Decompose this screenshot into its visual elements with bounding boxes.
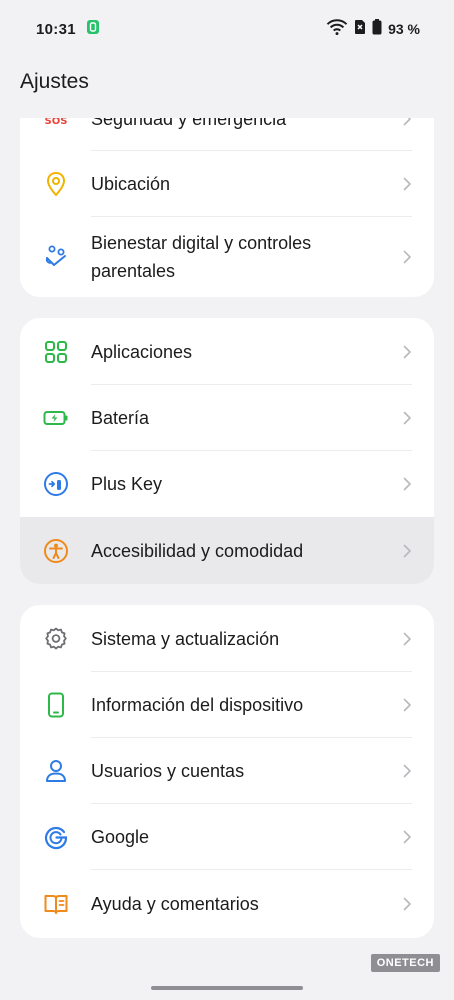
settings-item-label: Google — [91, 827, 150, 847]
phone-device-icon — [42, 691, 70, 719]
svg-text:SOS: SOS — [45, 118, 68, 127]
chevron-right-icon — [400, 632, 414, 646]
settings-item-google[interactable]: Google — [20, 804, 434, 870]
no-sim-icon — [354, 19, 366, 40]
help-book-icon — [42, 890, 70, 918]
settings-item-label: Bienestar digital y controles parentales — [91, 233, 312, 281]
battery-charging-icon — [42, 404, 70, 432]
settings-item-accesibilidad[interactable]: Accesibilidad y comodidad — [20, 517, 434, 584]
settings-item-sistema[interactable]: Sistema y actualización — [20, 605, 434, 672]
watermark: ONETECH — [370, 954, 440, 972]
chevron-right-icon — [400, 544, 414, 558]
settings-item-label: Sistema y actualización — [91, 628, 280, 649]
home-indicator[interactable] — [151, 986, 303, 990]
location-pin-icon — [42, 170, 70, 198]
settings-group-3: Sistema y actualización Información del … — [20, 605, 434, 938]
google-icon — [42, 823, 70, 851]
battery-icon — [372, 18, 382, 40]
wellbeing-icon — [42, 243, 70, 271]
accessibility-icon — [42, 537, 70, 565]
status-bar: 10:31 93 % — [0, 0, 454, 58]
settings-item-pluskey[interactable]: Plus Key — [20, 451, 434, 517]
status-time: 10:31 — [36, 20, 76, 38]
chevron-right-icon — [400, 345, 414, 359]
sos-icon: SOS — [42, 118, 70, 133]
chevron-right-icon — [400, 177, 414, 191]
plus-key-icon — [42, 470, 70, 498]
settings-group-1: SOS Seguridad y emergencia Ubicación Bie… — [20, 118, 434, 297]
settings-group-2: Aplicaciones Batería Plus Key Accesibili… — [20, 318, 434, 584]
settings-item-aplicaciones[interactable]: Aplicaciones — [20, 318, 434, 385]
user-icon — [42, 757, 70, 785]
settings-item-label: Seguridad y emergencia — [91, 118, 287, 129]
settings-item-label: Ubicación — [91, 174, 171, 194]
chevron-right-icon — [400, 250, 414, 264]
page-title: Ajustes — [20, 70, 89, 93]
settings-item-label: Accesibilidad y comodidad — [91, 540, 304, 561]
settings-item-seguridad[interactable]: SOS Seguridad y emergencia — [20, 118, 434, 151]
settings-screen: 10:31 93 % Ajustes SOS Seguridad y emerg… — [0, 0, 454, 1000]
chevron-right-icon — [400, 477, 414, 491]
settings-item-ubicacion[interactable]: Ubicación — [20, 151, 434, 217]
settings-item-label: Ayuda y comentarios — [91, 894, 259, 914]
wifi-icon — [326, 18, 348, 40]
notification-app-icon — [86, 19, 100, 40]
chevron-right-icon — [400, 118, 414, 126]
chevron-right-icon — [400, 830, 414, 844]
settings-item-info[interactable]: Información del dispositivo — [20, 672, 434, 738]
chevron-right-icon — [400, 897, 414, 911]
gear-icon — [42, 625, 70, 653]
settings-item-label: Usuarios y cuentas — [91, 761, 245, 781]
chevron-right-icon — [400, 411, 414, 425]
settings-list[interactable]: SOS Seguridad y emergencia Ubicación Bie… — [0, 118, 454, 1000]
settings-item-bateria[interactable]: Batería — [20, 385, 434, 451]
settings-item-label: Aplicaciones — [91, 341, 193, 362]
settings-item-label: Información del dispositivo — [91, 695, 304, 715]
chevron-right-icon — [400, 698, 414, 712]
settings-item-usuarios[interactable]: Usuarios y cuentas — [20, 738, 434, 804]
settings-item-bienestar[interactable]: Bienestar digital y controles parentales — [20, 217, 434, 297]
settings-item-ayuda[interactable]: Ayuda y comentarios — [20, 870, 434, 938]
apps-grid-icon — [42, 338, 70, 366]
battery-percentage: 93 % — [388, 21, 420, 37]
chevron-right-icon — [400, 764, 414, 778]
settings-item-label: Plus Key — [91, 474, 163, 494]
settings-item-label: Batería — [91, 408, 150, 428]
